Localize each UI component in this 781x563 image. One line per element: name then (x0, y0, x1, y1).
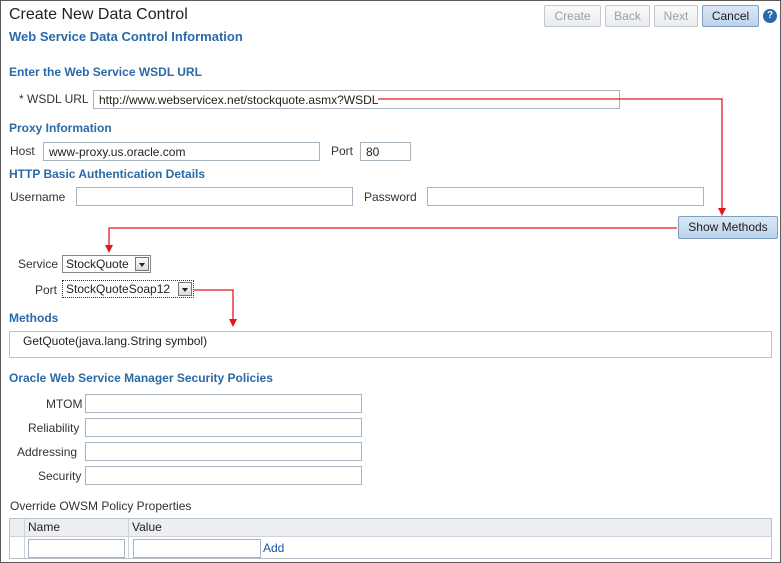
chevron-down-icon[interactable] (135, 257, 149, 271)
port-input[interactable] (360, 142, 411, 161)
service-selected-value: StockQuote (66, 257, 129, 271)
addressing-input[interactable] (85, 442, 362, 461)
wsdl-url-label: WSDL URL (27, 92, 89, 106)
column-header-value[interactable]: Value (132, 519, 162, 536)
mtom-label: MTOM (46, 397, 83, 411)
required-marker: * (19, 92, 24, 106)
security-label: Security (38, 469, 82, 483)
override-label: Override OWSM Policy Properties (10, 499, 192, 513)
proxy-heading: Proxy Information (9, 121, 112, 135)
table-header: Name Value (10, 519, 771, 537)
security-input[interactable] (85, 466, 362, 485)
auth-heading: HTTP Basic Authentication Details (9, 167, 206, 181)
username-label: Username (10, 190, 66, 204)
column-header-name[interactable]: Name (28, 519, 60, 536)
property-value-input[interactable] (133, 539, 261, 558)
chevron-down-icon[interactable] (178, 282, 192, 296)
addressing-label: Addressing (17, 445, 78, 459)
cancel-button[interactable]: Cancel (702, 5, 759, 27)
create-button[interactable]: Create (544, 5, 601, 27)
page-title: Create New Data Control (9, 6, 188, 23)
column-divider (24, 519, 25, 558)
reliability-input[interactable] (85, 418, 362, 437)
port-select-label: Port (35, 283, 58, 297)
mtom-input[interactable] (85, 394, 362, 413)
wsdl-label-group: * WSDL URL (19, 92, 89, 106)
host-label: Host (10, 144, 35, 158)
show-methods-button[interactable]: Show Methods (678, 216, 778, 239)
password-label: Password (364, 190, 417, 204)
service-select[interactable]: StockQuote (62, 255, 151, 273)
wsdl-heading: Enter the Web Service WSDL URL (9, 65, 202, 79)
wsdl-url-input[interactable] (93, 90, 620, 109)
port-label: Port (331, 144, 354, 158)
add-link[interactable]: Add (263, 541, 284, 555)
next-button[interactable]: Next (654, 5, 698, 27)
property-name-input[interactable] (28, 539, 125, 558)
service-label: Service (18, 257, 59, 271)
list-item[interactable]: GetQuote(java.lang.String symbol) (23, 334, 207, 348)
override-table: Name Value Add (9, 518, 772, 559)
host-input[interactable] (43, 142, 320, 161)
methods-list: GetQuote(java.lang.String symbol) (9, 331, 772, 358)
port-selected-value: StockQuoteSoap12 (66, 282, 171, 296)
reliability-label: Reliability (28, 421, 80, 435)
methods-heading: Methods (9, 311, 59, 325)
port-select[interactable]: StockQuoteSoap12 (62, 280, 194, 298)
password-input[interactable] (427, 187, 704, 206)
column-divider (128, 519, 129, 558)
section-title: Web Service Data Control Information (9, 29, 243, 44)
username-input[interactable] (76, 187, 353, 206)
help-icon[interactable]: ? (763, 9, 777, 23)
back-button[interactable]: Back (605, 5, 650, 27)
owsm-heading: Oracle Web Service Manager Security Poli… (9, 371, 273, 385)
